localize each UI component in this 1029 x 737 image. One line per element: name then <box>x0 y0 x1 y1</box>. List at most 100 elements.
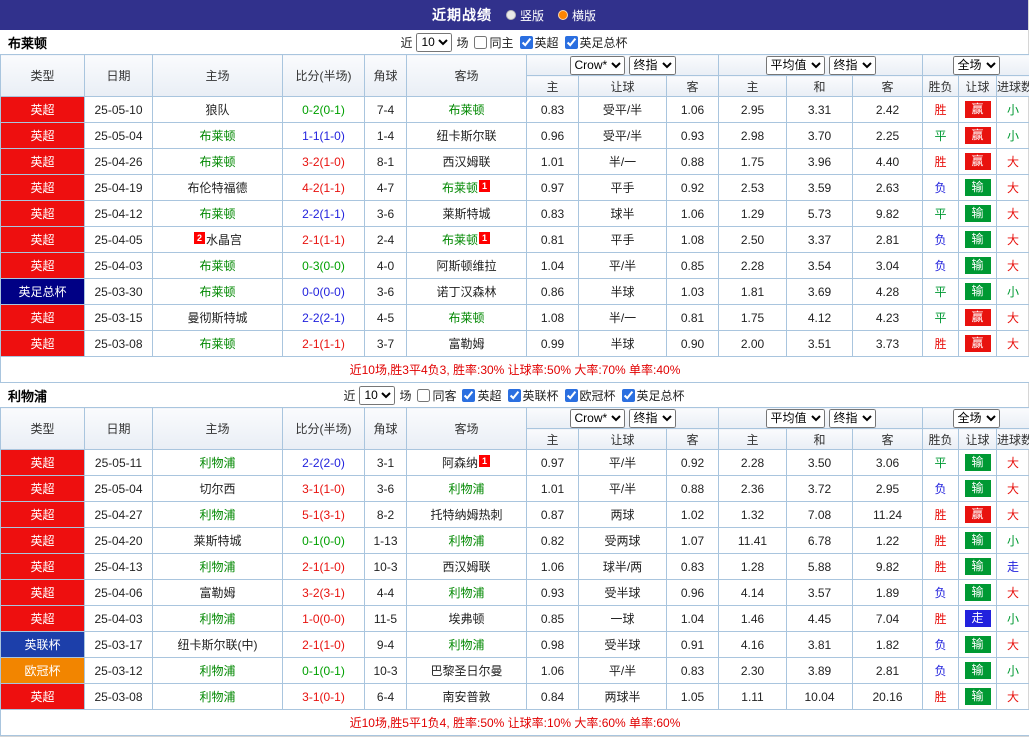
match-row: 英超25-04-06富勒姆3-2(3-1)4-4利物浦0.93受半球0.964.… <box>1 580 1029 606</box>
wdl-text: 平 <box>935 285 947 299</box>
result-goals: 大 <box>997 580 1029 606</box>
odds-ea: 2.95 <box>853 476 923 502</box>
away-team-name: 西汉姆联 <box>442 155 490 169</box>
odds-ed: 3.50 <box>787 450 853 476</box>
subheader-sub_away: 客 <box>667 429 719 450</box>
team-away: 利物浦 <box>407 528 527 554</box>
goals-text: 大 <box>1007 311 1019 325</box>
match-row: 英超25-05-11利物浦2-2(2-0)3-1阿森纳10.97平/半0.922… <box>1 450 1029 476</box>
home-team-name: 富勒姆 <box>199 586 235 600</box>
league-badge: 英联杯 <box>1 632 85 658</box>
team-away: 阿斯顿维拉 <box>407 253 527 279</box>
filter-checkbox-item[interactable]: 欧冠杯 <box>565 387 616 404</box>
header-col_type: 类型 <box>1 408 85 450</box>
away-team-name: 布莱顿 <box>442 181 478 195</box>
odds-ed: 7.08 <box>787 502 853 528</box>
home-team-name: 莱斯特城 <box>193 534 241 548</box>
header-col_corner: 角球 <box>365 408 407 450</box>
filter-checkbox[interactable] <box>508 389 521 402</box>
filter-checkbox[interactable] <box>474 36 487 49</box>
radio-horizontal-layout[interactable]: 横版 <box>558 7 596 24</box>
filter-controls: 近10场同客英超英联杯欧冠杯英足总杯 <box>343 386 684 405</box>
odds-lh: 0.98 <box>527 632 579 658</box>
team-away: 南安普敦 <box>407 684 527 710</box>
odds-ea: 2.81 <box>853 227 923 253</box>
odds-ea: 3.06 <box>853 450 923 476</box>
filter-checkbox-item[interactable]: 英超 <box>520 34 559 51</box>
filter-checkbox[interactable] <box>565 36 578 49</box>
select-scope-select[interactable]: 全场 <box>953 409 1000 428</box>
score-cell: 2-1(1-1) <box>283 227 365 253</box>
filter-checkbox[interactable] <box>417 389 430 402</box>
match-date: 25-04-03 <box>85 253 153 279</box>
subheader-sub_home: 主 <box>527 76 579 97</box>
filter-checkbox-item[interactable]: 英足总杯 <box>622 387 685 404</box>
home-team-name: 水晶宫 <box>206 233 242 247</box>
result-wdl: 胜 <box>923 554 959 580</box>
team-away: 利物浦 <box>407 476 527 502</box>
team-name: 利物浦 <box>8 386 47 405</box>
select-final1-select[interactable]: 终指 <box>629 409 676 428</box>
filter-checkbox[interactable] <box>520 36 533 49</box>
filter-checkbox-item[interactable]: 英足总杯 <box>565 34 628 51</box>
odds-eh: 4.14 <box>719 580 787 606</box>
result-cover: 赢 <box>959 502 997 528</box>
subheader-sub_home: 主 <box>527 429 579 450</box>
select-company-select[interactable]: Crow* <box>570 409 625 428</box>
odds-ea: 1.89 <box>853 580 923 606</box>
team-home: 布莱顿 <box>153 123 283 149</box>
odds-eh: 2.00 <box>719 331 787 357</box>
sections-container: 布莱顿近10场同主英超英足总杯类型日期主场比分(半场)角球客场Crow*终指平均… <box>0 30 1028 736</box>
score-cell: 0-0(0-0) <box>283 279 365 305</box>
select-avg-select[interactable]: 平均值 <box>766 56 825 75</box>
score-text: 2-1(1-1) <box>302 337 345 351</box>
result-goals: 大 <box>997 684 1029 710</box>
odds-lh: 1.06 <box>527 554 579 580</box>
away-team-name: 南安普敦 <box>442 690 490 704</box>
select-company-select[interactable]: Crow* <box>570 56 625 75</box>
team-home: 切尔西 <box>153 476 283 502</box>
select-avg-select[interactable]: 平均值 <box>766 409 825 428</box>
header-col_home: 主场 <box>153 55 283 97</box>
filter-checkbox[interactable] <box>622 389 635 402</box>
select-final2-select[interactable]: 终指 <box>829 409 876 428</box>
result-wdl: 胜 <box>923 149 959 175</box>
goals-text: 走 <box>1007 560 1019 574</box>
radio-vertical-layout[interactable]: 竖版 <box>506 7 544 24</box>
select-final2-select[interactable]: 终指 <box>829 56 876 75</box>
select-final1-select[interactable]: 终指 <box>629 56 676 75</box>
score-text: 5-1(3-1) <box>302 508 345 522</box>
cover-badge: 输 <box>965 454 991 471</box>
away-team-name: 诺丁汉森林 <box>436 285 496 299</box>
match-count-select[interactable]: 10 <box>416 33 452 52</box>
select-scope-select[interactable]: 全场 <box>953 56 1000 75</box>
filter-checkbox[interactable] <box>462 389 475 402</box>
odds-ed: 3.72 <box>787 476 853 502</box>
header-col_date: 日期 <box>85 408 153 450</box>
result-wdl: 平 <box>923 279 959 305</box>
radio-off-icon <box>506 10 516 20</box>
odds-eh: 11.41 <box>719 528 787 554</box>
filter-checkbox-item[interactable]: 同主 <box>474 34 513 51</box>
odds-ed: 4.12 <box>787 305 853 331</box>
filter-checkbox-item[interactable]: 英超 <box>462 387 501 404</box>
score-text: 3-2(3-1) <box>302 586 345 600</box>
match-date: 25-05-11 <box>85 450 153 476</box>
filter-checkbox-item[interactable]: 同客 <box>417 387 456 404</box>
corner-cell: 3-1 <box>365 450 407 476</box>
summary-text: 近10场,胜3平4负3, 胜率:30% 让球率:50% 大率:70% 单率:40… <box>1 357 1029 383</box>
odds-ed: 3.54 <box>787 253 853 279</box>
cover-badge: 输 <box>965 558 991 575</box>
cover-badge: 输 <box>965 636 991 653</box>
match-count-select[interactable]: 10 <box>359 386 395 405</box>
odds-ed: 3.81 <box>787 632 853 658</box>
odds-lh: 0.85 <box>527 606 579 632</box>
filter-checkbox[interactable] <box>565 389 578 402</box>
wdl-text: 负 <box>935 233 947 247</box>
result-cover: 赢 <box>959 123 997 149</box>
odds-la: 0.83 <box>667 554 719 580</box>
header-col_corner: 角球 <box>365 55 407 97</box>
filter-checkbox-item[interactable]: 英联杯 <box>508 387 559 404</box>
corner-cell: 4-5 <box>365 305 407 331</box>
odds-la: 1.02 <box>667 502 719 528</box>
